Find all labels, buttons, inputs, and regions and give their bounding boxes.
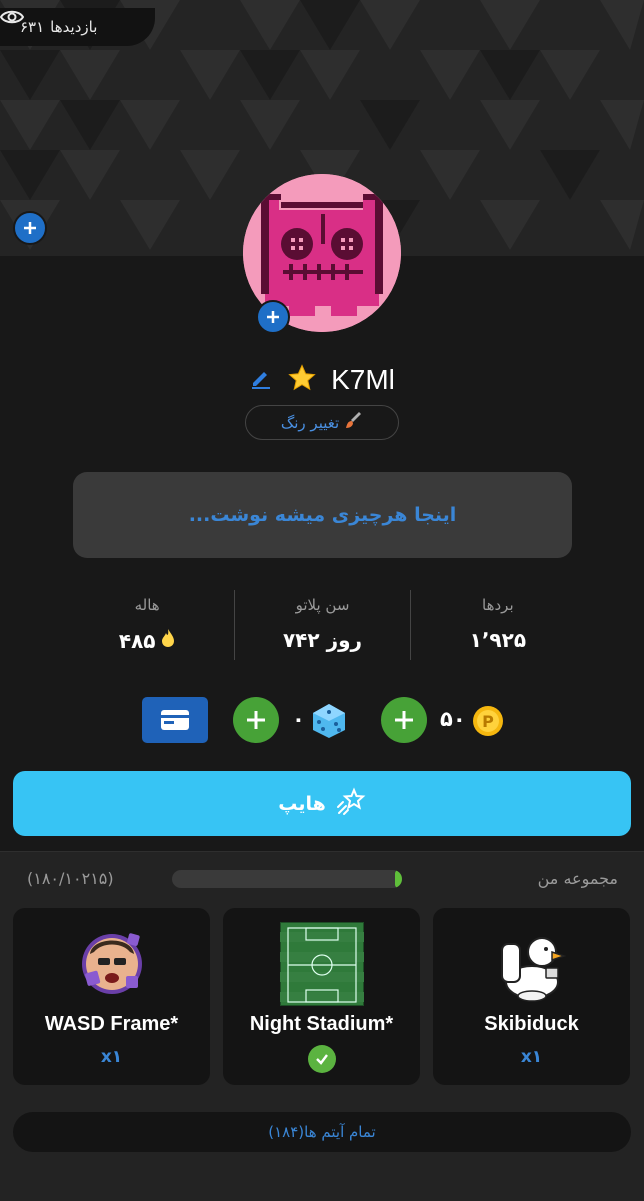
wasd-frame-icon	[70, 922, 154, 1006]
collection-item-night-stadium[interactable]: Night Stadium*	[223, 908, 420, 1085]
bio-placeholder: اینجا هرچیزی میشه نوشت...	[188, 504, 457, 526]
collection-item-wasd-frame[interactable]: WASD Frame* x۱	[13, 908, 210, 1085]
item-quantity: x۱	[520, 1047, 543, 1067]
shooting-star-icon	[336, 786, 366, 821]
plus-icon	[247, 711, 265, 729]
all-items-button[interactable]: تمام آیتم ها(۱۸۴)	[13, 1112, 631, 1152]
svg-text:P: P	[482, 712, 494, 731]
paintbrush-icon	[345, 411, 363, 434]
views-counter: ۶۳۱ بازدیدها	[0, 8, 155, 46]
stat-aura: هاله ۴۸۵	[60, 590, 236, 660]
views-label: بازدیدها	[50, 18, 98, 36]
collection-item-skibiduck[interactable]: Skibiduck x۱	[433, 908, 630, 1085]
stat-value: ۷۴۲ روز	[282, 628, 363, 652]
hype-button[interactable]: هایپ	[13, 771, 631, 836]
currency-row: ۰ ۵۰ P	[0, 697, 644, 745]
plus-icon	[267, 311, 279, 323]
collection-panel: مجموعه من (۱۸۰/۱۰۲۱۵) WASD Frame* x۱ Nig…	[0, 851, 644, 1201]
change-color-label: تغییر رنگ	[280, 413, 340, 432]
wallet-icon	[161, 710, 189, 730]
coin-icon: P	[472, 705, 504, 741]
hype-label: هایپ	[278, 792, 326, 815]
flame-icon	[161, 628, 175, 653]
stat-wins: بردها ۱٬۹۲۵	[411, 590, 585, 660]
skibiduck-icon	[490, 922, 574, 1006]
all-items-label: تمام آیتم ها(۱۸۴)	[268, 1123, 376, 1141]
add-banner-button[interactable]	[13, 211, 47, 245]
item-quantity: x۱	[100, 1047, 123, 1067]
item-name: Skibiduck	[484, 1013, 579, 1035]
star-icon	[287, 363, 317, 397]
stats-row: بردها ۱٬۹۲۵ سن پلاتو ۷۴۲ روز هاله ۴۸۵	[60, 590, 585, 660]
stat-label: هاله	[134, 596, 160, 614]
collection-progress-fill	[395, 870, 402, 888]
stat-value: ۱٬۹۲۵	[469, 628, 527, 652]
stat-plato-age: سن پلاتو ۷۴۲ روز	[235, 590, 411, 660]
owned-check-icon	[307, 1045, 336, 1073]
edit-name-icon[interactable]	[249, 366, 273, 394]
change-color-button[interactable]: تغییر رنگ	[245, 405, 399, 440]
username-row: K7Ml	[0, 358, 644, 402]
add-coins-button[interactable]	[381, 697, 427, 743]
dice-value: ۰	[292, 707, 305, 731]
stat-label: سن پلاتو	[295, 596, 350, 614]
coins-value: ۵۰	[440, 707, 466, 731]
stat-label: بردها	[482, 596, 514, 614]
wallet-button[interactable]	[142, 697, 208, 743]
item-name: Night Stadium*	[249, 1013, 394, 1035]
stadium-icon	[278, 921, 365, 1007]
collection-progress	[172, 870, 402, 888]
change-avatar-button[interactable]	[256, 300, 290, 334]
dice-icon	[310, 702, 348, 744]
collection-count: (۱۸۰/۱۰۲۱۵)	[27, 869, 114, 888]
bio-field[interactable]: اینجا هرچیزی میشه نوشت...	[73, 472, 572, 558]
item-name: WASD Frame*	[44, 1013, 179, 1035]
collection-title: مجموعه من	[537, 869, 618, 888]
plus-icon	[24, 222, 36, 234]
plus-icon	[395, 711, 413, 729]
stat-value: ۴۸۵	[60, 628, 234, 653]
username: K7Ml	[331, 364, 395, 395]
add-dice-button[interactable]	[233, 697, 279, 743]
